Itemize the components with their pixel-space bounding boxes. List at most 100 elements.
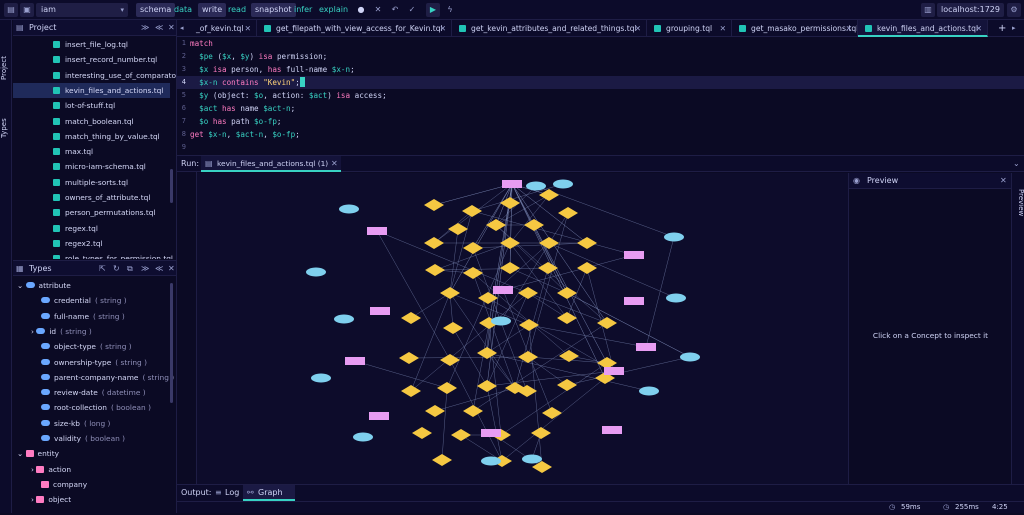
relation-node[interactable] — [443, 322, 463, 334]
file-item[interactable]: match_thing_by_value.tql — [53, 129, 173, 144]
file-item[interactable]: insert_file_log.tql — [53, 37, 173, 52]
relation-node[interactable] — [448, 223, 468, 235]
file-item[interactable]: max.tql — [53, 144, 173, 159]
relation-node[interactable] — [440, 287, 460, 299]
run-icon[interactable]: ▶ — [426, 3, 440, 17]
entity-node[interactable] — [370, 307, 390, 315]
relation-node[interactable] — [401, 385, 421, 397]
graph-visualizer[interactable] — [197, 173, 848, 484]
relation-node[interactable] — [539, 237, 559, 249]
graph-canvas[interactable] — [197, 173, 848, 484]
attribute-node[interactable] — [334, 314, 354, 324]
tx-write-button[interactable]: write — [198, 3, 227, 17]
relation-node[interactable] — [399, 352, 419, 364]
attribute-node[interactable] — [339, 204, 359, 214]
relation-node[interactable] — [559, 350, 579, 362]
editor-tab[interactable]: grouping.tql ✕ — [647, 20, 732, 37]
commit-icon[interactable]: ✓ — [405, 3, 419, 17]
file-item[interactable]: role_types_for_permission.tql — [53, 251, 173, 259]
entity-node[interactable] — [604, 367, 624, 375]
editor-tab[interactable]: kevin_files_and_actions.tql ✕ — [858, 20, 988, 37]
relation-node[interactable] — [463, 242, 483, 254]
attribute-node[interactable] — [311, 373, 331, 383]
attribute-node[interactable] — [553, 179, 573, 189]
relation-node[interactable] — [524, 219, 544, 231]
project-icon[interactable]: ▣ — [20, 3, 34, 17]
database-selector[interactable]: iam ▾ — [36, 3, 128, 17]
code-line[interactable]: $y (object: $o, action: $act) isa access… — [190, 89, 387, 102]
type-attribute-item[interactable]: › id( string ) — [31, 324, 92, 339]
attribute-node[interactable] — [306, 267, 326, 277]
relation-node[interactable] — [558, 207, 578, 219]
entity-node[interactable] — [481, 429, 501, 437]
tab-log[interactable]: Log — [225, 485, 239, 501]
new-tab-icon[interactable]: + — [998, 20, 1010, 37]
relation-node[interactable] — [432, 454, 452, 466]
file-item[interactable]: match_boolean.tql — [53, 114, 173, 129]
expand-all-icon[interactable]: ≫ — [141, 261, 149, 277]
entity-node[interactable] — [369, 412, 389, 420]
tx-read-button[interactable]: read — [224, 3, 250, 17]
chevron-down-icon[interactable]: ⌄ — [1013, 156, 1020, 172]
collapse-all-icon[interactable]: ≪ — [155, 261, 163, 277]
relation-node[interactable] — [424, 237, 444, 249]
run-tab[interactable]: ▤ kevin_files_and_actions.tql (1) ✕ — [201, 156, 341, 172]
attribute-node[interactable] — [522, 454, 542, 464]
snapshot-button[interactable]: snapshot — [251, 3, 296, 17]
entity-node[interactable] — [493, 286, 513, 294]
relation-node[interactable] — [425, 264, 445, 276]
type-attribute-item[interactable]: credential( string ) — [41, 293, 127, 308]
session-data-button[interactable]: data — [170, 3, 196, 17]
relation-node[interactable] — [437, 382, 457, 394]
relation-node[interactable] — [500, 262, 520, 274]
type-attribute-item[interactable]: object-type( string ) — [41, 339, 132, 354]
infer-button[interactable]: infer — [290, 3, 316, 17]
close-icon[interactable]: ✕ — [720, 20, 726, 37]
editor-tab[interactable]: get_masako_permissions.tql ✕ — [732, 20, 858, 37]
attribute-node[interactable] — [666, 293, 686, 303]
attribute-node[interactable] — [481, 456, 501, 466]
close-icon[interactable]: ✕ — [846, 20, 852, 37]
entity-node[interactable] — [502, 180, 522, 188]
close-icon[interactable]: ✕ — [245, 20, 251, 37]
relation-node[interactable] — [597, 317, 617, 329]
code-line[interactable]: match — [190, 37, 213, 50]
close-icon[interactable]: ✕ — [976, 20, 982, 35]
editor-tab[interactable]: _of_kevin.tql ✕ — [189, 20, 257, 37]
file-item[interactable]: multiple-sorts.tql — [53, 175, 173, 190]
code-line[interactable]: $x isa person, has full-name $x-n; — [190, 63, 355, 76]
close-icon[interactable]: ✕ — [1000, 173, 1007, 189]
close-icon[interactable]: ✕ — [331, 156, 338, 171]
type-entity-item[interactable]: › object — [31, 492, 71, 507]
gear-icon[interactable]: ⚙ — [1007, 3, 1021, 17]
export-icon[interactable]: ⇱ — [99, 261, 106, 277]
attribute-node[interactable] — [353, 432, 373, 442]
entity-node[interactable] — [636, 343, 656, 351]
close-icon[interactable]: ✕ — [635, 20, 641, 37]
scrollbar[interactable] — [170, 283, 173, 403]
relation-node[interactable] — [542, 407, 562, 419]
attribute-node[interactable] — [639, 386, 659, 396]
tab-preview[interactable]: Preview — [1013, 183, 1024, 223]
close-icon[interactable]: ✕ — [440, 20, 446, 37]
file-item[interactable]: kevin_files_and_actions.tql — [13, 82, 170, 98]
attribute-node[interactable] — [526, 181, 546, 191]
scroll-right-icon[interactable]: ▸ — [1012, 20, 1022, 37]
relation-node[interactable] — [401, 312, 421, 324]
expand-all-icon[interactable]: ≫ — [141, 20, 149, 36]
attribute-node[interactable] — [491, 316, 511, 326]
relation-node[interactable] — [557, 287, 577, 299]
tab-project[interactable]: Project — [0, 48, 12, 88]
type-attribute-item[interactable]: root-collection( boolean ) — [41, 400, 151, 415]
file-item[interactable]: owners_of_attribute.tql — [53, 190, 173, 205]
file-item[interactable]: insert_record_number.tql — [53, 52, 173, 67]
type-attribute-item[interactable]: validity( boolean ) — [41, 431, 125, 446]
stop-icon[interactable]: ϟ — [443, 3, 457, 17]
attribute-node[interactable] — [664, 232, 684, 242]
editor-tab[interactable]: get_filepath_with_view_access_for_Kevin.… — [257, 20, 452, 37]
tab-types[interactable]: Types — [0, 110, 12, 146]
file-item[interactable]: person_permutations.tql — [53, 205, 173, 220]
relation-node[interactable] — [557, 379, 577, 391]
code-line[interactable]: $act has name $act-n; — [190, 102, 295, 115]
type-entity-item[interactable]: › action — [31, 462, 71, 477]
